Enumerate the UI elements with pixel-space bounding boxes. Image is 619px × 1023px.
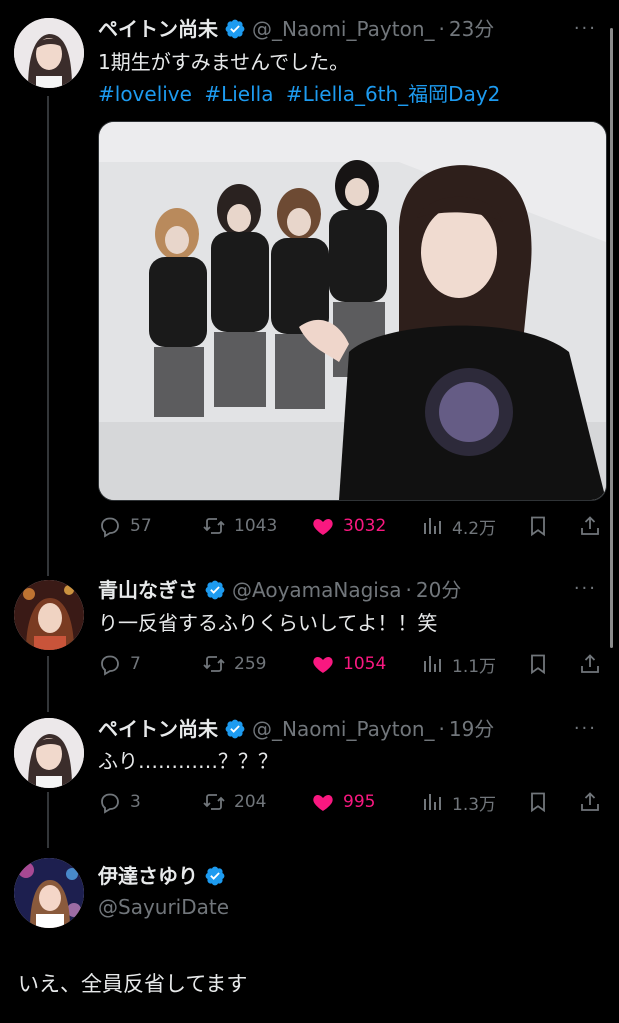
heart-icon: [313, 657, 333, 673]
like-button[interactable]: 995: [311, 787, 375, 817]
handle[interactable]: @SayuriDate: [98, 893, 229, 921]
tweet-photo[interactable]: [98, 121, 607, 501]
tweet-text: 1期生がすみませんでした。: [98, 50, 350, 74]
display-name[interactable]: ペイトン尚未: [98, 715, 218, 743]
view-count: 4.2万: [452, 518, 497, 539]
timestamp[interactable]: 19分: [449, 715, 494, 743]
like-button[interactable]: 1054: [311, 649, 386, 679]
verified-badge-icon: [225, 719, 245, 739]
display-name[interactable]: ペイトン尚未: [98, 15, 218, 43]
bookmark-icon: [531, 654, 545, 675]
more-icon[interactable]: ···: [574, 718, 597, 739]
main-tweet-text: いえ、全員反省してます: [18, 972, 248, 996]
hashtag-link[interactable]: #Liella: [204, 82, 273, 106]
reply-count: 3: [130, 792, 141, 812]
main-tweet-header: 伊達さゆり: [98, 862, 232, 890]
views-button[interactable]: 4.2万: [420, 511, 496, 541]
like-count: 3032: [343, 516, 387, 536]
retweet-count: 204: [234, 792, 267, 812]
hashtag-link[interactable]: #Liella_6th_福岡Day2: [286, 82, 501, 106]
retweet-icon: [203, 794, 225, 810]
avatar[interactable]: [14, 580, 84, 650]
views-icon: [424, 794, 441, 810]
reply-count: 7: [130, 654, 141, 674]
bookmark-button[interactable]: [526, 649, 558, 679]
separator-dot: ·: [438, 17, 445, 41]
tweet-text: り一反省するふりくらいしてよ！！笑: [98, 611, 438, 635]
timestamp[interactable]: 20分: [416, 576, 461, 604]
reply-button[interactable]: 57: [98, 511, 152, 541]
hashtag-link[interactable]: #lovelive: [98, 82, 192, 106]
handle[interactable]: @_Naomi_Payton_: [252, 15, 435, 43]
timestamp[interactable]: 23分: [449, 15, 494, 43]
tweet-actions: 3 204 995 1.3万: [98, 787, 608, 817]
like-count: 1054: [343, 654, 387, 674]
retweet-button[interactable]: 204: [202, 787, 266, 817]
bookmark-button[interactable]: [526, 787, 558, 817]
display-name[interactable]: 青山なぎさ: [98, 576, 198, 604]
views-icon: [424, 656, 441, 672]
share-button[interactable]: [578, 787, 610, 817]
hashtags: #lovelive #Liella #Liella_6th_福岡Day2: [98, 80, 506, 108]
views-button[interactable]: 1.3万: [420, 787, 496, 817]
retweet-icon: [203, 518, 225, 534]
retweet-count: 1043: [234, 516, 278, 536]
handle[interactable]: @AoyamaNagisa: [232, 576, 402, 604]
tweet-actions: 57 1043 3032 4.2万: [98, 511, 608, 541]
heart-icon: [313, 519, 333, 535]
view-count: 1.3万: [452, 794, 497, 815]
handle[interactable]: @_Naomi_Payton_: [252, 715, 435, 743]
bookmark-icon: [531, 516, 545, 537]
tweet-actions: 7 259 1054 1.1万: [98, 649, 608, 679]
bookmark-icon: [531, 792, 545, 813]
more-icon[interactable]: ···: [574, 578, 597, 599]
tweet[interactable]: 青山なぎさ @AoyamaNagisa · 20分 ··· り一反省するふりくら…: [0, 560, 619, 700]
heart-icon: [313, 795, 333, 811]
reply-button[interactable]: 7: [98, 649, 141, 679]
reply-count: 57: [130, 516, 152, 536]
avatar[interactable]: [14, 18, 84, 88]
share-icon: [581, 792, 599, 811]
view-count: 1.1万: [452, 656, 497, 677]
verified-badge-icon: [225, 19, 245, 39]
retweet-button[interactable]: 1043: [202, 511, 277, 541]
retweet-button[interactable]: 259: [202, 649, 266, 679]
separator-dot: ·: [438, 717, 445, 741]
like-count: 995: [343, 792, 376, 812]
share-button[interactable]: [578, 511, 610, 541]
display-name[interactable]: 伊達さゆり: [98, 862, 198, 890]
share-button[interactable]: [578, 649, 610, 679]
share-icon: [581, 654, 599, 673]
tweet-text: ふり…………？？？: [98, 749, 278, 773]
verified-badge-icon: [205, 580, 225, 600]
more-icon[interactable]: ···: [574, 18, 597, 39]
reply-icon: [101, 655, 119, 676]
views-icon: [424, 518, 441, 534]
retweet-count: 259: [234, 654, 267, 674]
reply-icon: [101, 517, 119, 538]
like-button[interactable]: 3032: [311, 511, 386, 541]
verified-badge-icon: [205, 866, 225, 886]
reply-button[interactable]: 3: [98, 787, 141, 817]
bookmark-button[interactable]: [526, 511, 558, 541]
separator-dot: ·: [405, 578, 412, 602]
retweet-icon: [203, 656, 225, 672]
views-button[interactable]: 1.1万: [420, 649, 496, 679]
avatar[interactable]: [14, 718, 84, 788]
tweet[interactable]: ペイトン尚未 @_Naomi_Payton_ · 19分 ··· ふり…………？…: [0, 700, 619, 840]
share-icon: [581, 516, 599, 535]
reply-icon: [101, 793, 119, 814]
avatar[interactable]: [14, 858, 84, 928]
tweet[interactable]: ペイトン尚未 @_Naomi_Payton_ · 23分 ··· 1期生がすみま…: [0, 0, 619, 560]
